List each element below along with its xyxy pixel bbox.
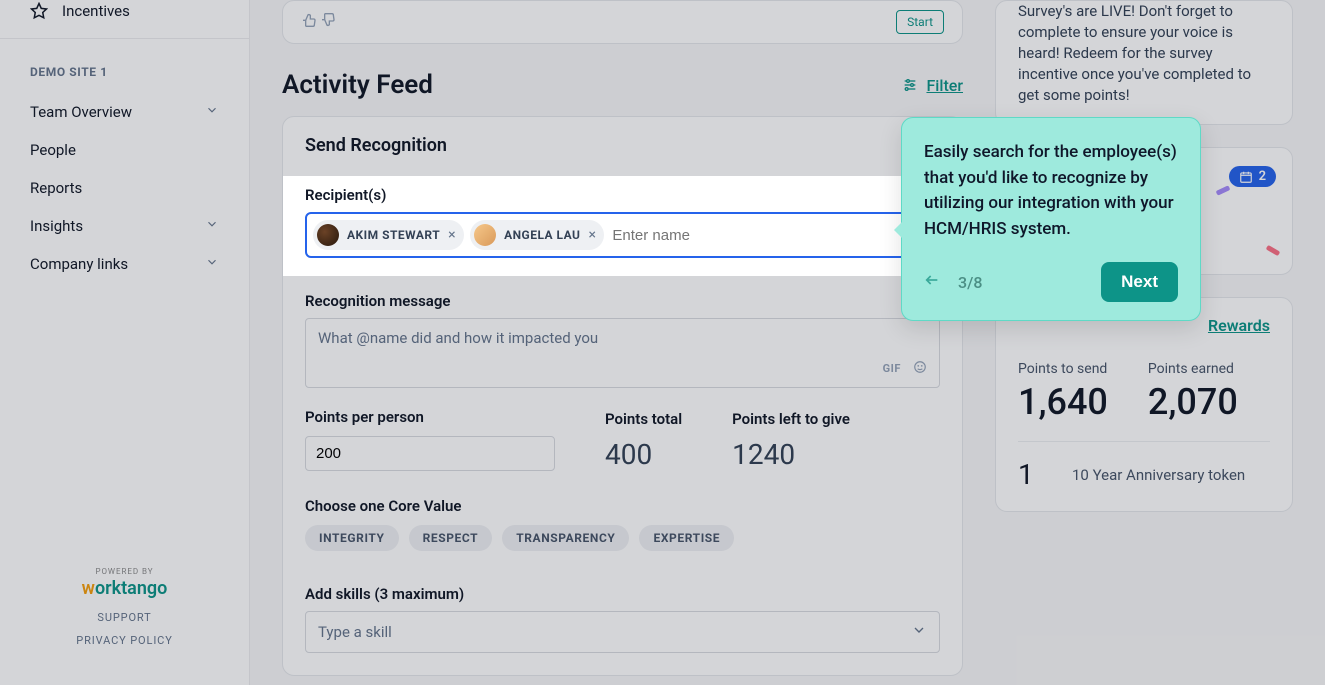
points-per-input[interactable]: [305, 436, 555, 471]
sidebar-item-reports[interactable]: Reports: [24, 169, 225, 207]
banner-card: Start: [282, 0, 963, 44]
core-value-row: INTEGRITY RESPECT TRANSPARENCY EXPERTISE: [305, 525, 940, 551]
points-send-value: 1,640: [1018, 381, 1108, 423]
points-left-label: Points left to give: [732, 410, 850, 428]
powered-by-label: POWERED BY: [24, 567, 225, 576]
notification-badge[interactable]: 2: [1229, 166, 1276, 187]
sidebar-item-insights[interactable]: Insights: [24, 207, 225, 245]
gif-button[interactable]: GIF: [883, 362, 901, 375]
recipients-label: Recipient(s): [305, 186, 940, 204]
sidebar-item-label: People: [30, 141, 76, 159]
recipient-chip: ANGELA LAU ×: [470, 220, 604, 250]
sidebar-item-label: Reports: [30, 179, 82, 197]
tooltip-text: Easily search for the employee(s) that y…: [924, 140, 1178, 242]
recipients-input[interactable]: AKIM STEWART × ANGELA LAU ×: [305, 212, 940, 258]
filter-label: Filter: [926, 76, 963, 95]
sidebar-item-team-overview[interactable]: Team Overview: [24, 93, 225, 131]
skills-input[interactable]: Type a skill: [305, 611, 940, 653]
skills-label: Add skills (3 maximum): [305, 585, 940, 603]
message-input[interactable]: What @name did and how it impacted you G…: [305, 318, 940, 388]
points-total-value: 400: [605, 438, 682, 471]
right-column: Survey's are LIVE! Don't forget to compl…: [995, 0, 1325, 685]
emoji-icon[interactable]: [913, 360, 927, 377]
message-label: Recognition message: [305, 292, 940, 310]
sidebar-item-label: Incentives: [62, 2, 130, 20]
chevron-down-icon: [205, 103, 219, 121]
sliders-icon: [902, 77, 918, 93]
points-earned-label: Points earned: [1148, 361, 1238, 377]
sidebar-item-people[interactable]: People: [24, 131, 225, 169]
brand-logo[interactable]: worktango: [24, 578, 225, 599]
sidebar-item-company-links[interactable]: Company links: [24, 245, 225, 283]
survey-text: Survey's are LIVE! Don't forget to compl…: [1018, 1, 1270, 106]
recipient-text-input[interactable]: [610, 223, 904, 248]
tour-tooltip: Easily search for the employee(s) that y…: [901, 117, 1201, 321]
sidebar-item-label: Company links: [30, 255, 128, 273]
filter-button[interactable]: Filter: [902, 76, 963, 95]
core-value-option[interactable]: INTEGRITY: [305, 525, 399, 551]
anniversary-text: 10 Year Anniversary token: [1072, 466, 1245, 484]
points-earned-value: 2,070: [1148, 381, 1238, 423]
sidebar-item-incentives[interactable]: Incentives: [24, 0, 225, 32]
core-value-label: Choose one Core Value: [305, 497, 940, 515]
recipients-section: Recipient(s) AKIM STEWART × ANGELA LAU ×: [283, 176, 962, 276]
points-send-label: Points to send: [1018, 361, 1108, 377]
core-value-option[interactable]: TRANSPARENCY: [502, 525, 629, 551]
core-value-option[interactable]: EXPERTISE: [639, 525, 734, 551]
activity-feed-title: Activity Feed: [282, 70, 433, 100]
recipient-chip: AKIM STEWART ×: [313, 220, 464, 250]
remove-recipient-icon[interactable]: ×: [588, 227, 596, 243]
points-per-label: Points per person: [305, 408, 555, 426]
badge-count: 2: [1259, 169, 1266, 184]
card-title: Send Recognition: [305, 135, 447, 156]
chevron-down-icon: [205, 217, 219, 235]
recipient-name: ANGELA LAU: [504, 228, 580, 242]
sidebar: Incentives DEMO SITE 1 Team Overview Peo…: [0, 0, 250, 685]
message-placeholder: What @name did and how it impacted you: [318, 329, 927, 347]
skills-placeholder: Type a skill: [318, 623, 392, 641]
avatar: [474, 224, 496, 246]
sidebar-item-label: Team Overview: [30, 103, 132, 121]
thumbs-icon[interactable]: [301, 13, 336, 32]
send-recognition-card: Send Recognition Recipient(s) AKIM STEWA…: [282, 116, 963, 676]
tooltip-step: 3/8: [958, 273, 982, 292]
rewards-card: Rewards Points to send 1,640 Points earn…: [995, 297, 1293, 512]
chevron-down-icon: [205, 255, 219, 273]
chevron-down-icon: [911, 622, 927, 642]
avatar: [317, 224, 339, 246]
star-icon: [30, 2, 48, 20]
support-link[interactable]: SUPPORT: [24, 611, 225, 624]
tooltip-next-button[interactable]: Next: [1101, 262, 1178, 302]
calendar-icon: [1239, 170, 1253, 184]
remove-recipient-icon[interactable]: ×: [448, 227, 456, 243]
start-button[interactable]: Start: [896, 10, 944, 34]
anniversary-count: 1: [1018, 458, 1042, 491]
points-left-value: 1240: [732, 438, 850, 471]
recipient-name: AKIM STEWART: [347, 228, 440, 242]
privacy-link[interactable]: PRIVACY POLICY: [24, 634, 225, 647]
core-value-option[interactable]: RESPECT: [409, 525, 493, 551]
divider: [0, 38, 249, 39]
tooltip-back-button[interactable]: [924, 272, 940, 292]
sidebar-footer: POWERED BY worktango SUPPORT PRIVACY POL…: [24, 555, 225, 669]
site-label: DEMO SITE 1: [30, 65, 225, 79]
main: Start Activity Feed Filter Send Recognit…: [250, 0, 995, 685]
sidebar-item-label: Insights: [30, 217, 83, 235]
survey-card: Survey's are LIVE! Don't forget to compl…: [995, 0, 1293, 125]
points-total-label: Points total: [605, 410, 682, 428]
